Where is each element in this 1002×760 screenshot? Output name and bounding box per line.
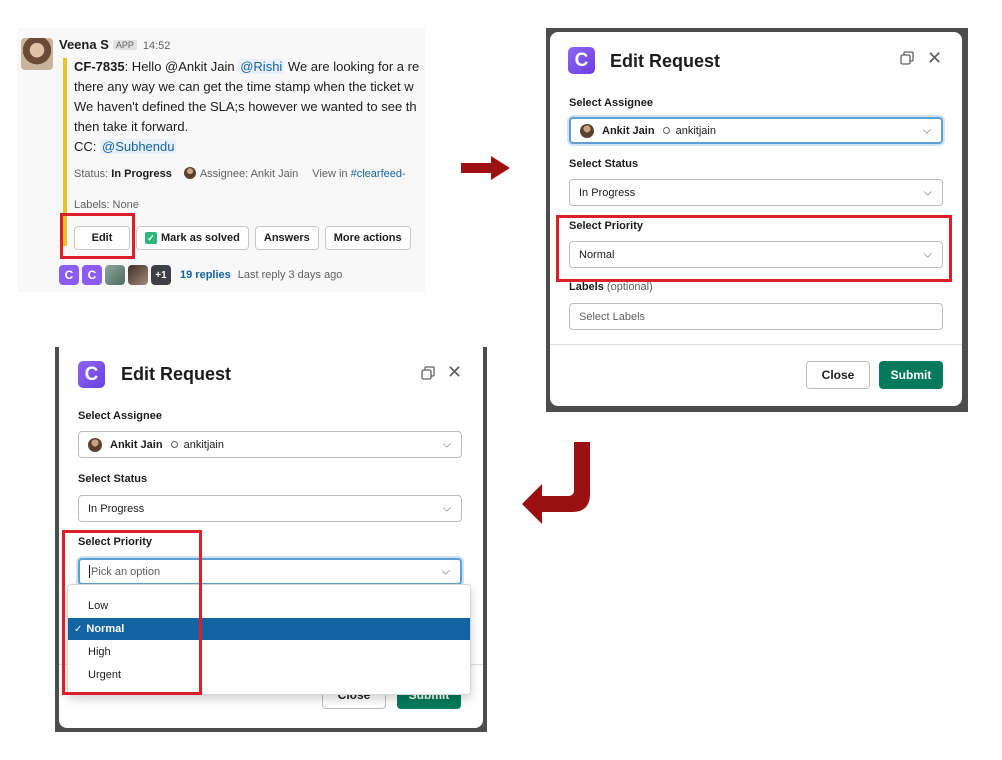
status-label: Select Status bbox=[569, 158, 639, 170]
assignee-select[interactable]: Ankit Jain ankitjain ⌵ bbox=[569, 117, 943, 144]
message-text: We are looking for a re bbox=[284, 59, 420, 74]
assignee-name: Ankit Jain bbox=[110, 438, 163, 451]
ticket-meta: Status: In Progress Assignee: Ankit Jain V… bbox=[74, 167, 406, 180]
chevron-down-icon: ⌵ bbox=[923, 186, 932, 198]
assignee-label: Select Assignee bbox=[569, 97, 653, 109]
participant-avatar: C bbox=[82, 265, 102, 285]
modal-title: Edit Request bbox=[610, 51, 721, 71]
answers-button[interactable]: Answers bbox=[254, 226, 319, 250]
participant-avatar: C bbox=[59, 265, 79, 285]
message-line: there any way we can get the time stamp … bbox=[74, 79, 414, 94]
chevron-down-icon: ⌵ bbox=[442, 438, 451, 450]
participant-avatar bbox=[128, 265, 148, 285]
status-value: In Progress bbox=[111, 168, 172, 180]
assignee-avatar bbox=[88, 437, 102, 452]
replies-link[interactable]: 19 replies bbox=[180, 269, 231, 281]
message-line: We haven't defined the SLA;s however we … bbox=[74, 99, 417, 114]
cc-label: CC: bbox=[74, 139, 100, 154]
chevron-down-icon: ⌵ bbox=[442, 502, 451, 514]
channel-link[interactable]: #clearfeed- bbox=[351, 168, 406, 180]
assignee-text: Assignee: Ankit Jain bbox=[199, 168, 299, 180]
popout-icon[interactable] bbox=[421, 366, 435, 385]
status-value: In Progress bbox=[579, 186, 636, 199]
message-line: then take it forward. bbox=[74, 119, 189, 134]
labels-placeholder: Select Labels bbox=[579, 310, 646, 323]
assignee-avatar bbox=[580, 123, 594, 138]
status-select[interactable]: In Progress ⌵ bbox=[78, 495, 462, 522]
presence-icon bbox=[662, 127, 670, 134]
close-icon[interactable]: ✕ bbox=[447, 362, 462, 383]
labels-line: Labels: None bbox=[74, 199, 139, 211]
more-actions-button[interactable]: More actions bbox=[324, 226, 411, 250]
assignee-avatar bbox=[183, 167, 196, 179]
arrow-turn-left-icon bbox=[522, 442, 590, 524]
message-time[interactable]: 14:52 bbox=[143, 40, 171, 52]
sender-avatar[interactable] bbox=[21, 38, 53, 70]
assignee-handle: ankitjain bbox=[675, 124, 716, 137]
mention-subhendu[interactable]: @Subhendu bbox=[100, 139, 177, 154]
labels-label: Labels (optional) bbox=[569, 281, 653, 293]
labels-label-text: Labels bbox=[569, 281, 604, 293]
thread-replies[interactable]: C C +1 19 replies Last reply 3 days ago bbox=[59, 265, 342, 285]
submit-button[interactable]: Submit bbox=[879, 361, 943, 389]
optional-text: (optional) bbox=[603, 281, 653, 293]
assignee-name: Ankit Jain bbox=[602, 124, 655, 137]
mark-solved-label: Mark as solved bbox=[161, 232, 240, 244]
app-logo: C bbox=[568, 47, 595, 74]
mention-rishi[interactable]: @Rishi bbox=[238, 59, 285, 74]
more-participants: +1 bbox=[151, 265, 171, 285]
app-badge: APP bbox=[112, 40, 137, 50]
chevron-down-icon: ⌵ bbox=[441, 565, 450, 577]
status-label: Status: bbox=[74, 168, 112, 180]
footer-divider bbox=[550, 344, 962, 345]
assignee-handle: ankitjain bbox=[183, 438, 224, 451]
status-value: In Progress bbox=[88, 502, 145, 515]
assignee-select[interactable]: Ankit Jain ankitjain ⌵ bbox=[78, 431, 462, 458]
close-button[interactable]: Close bbox=[806, 361, 870, 389]
highlight-edit bbox=[60, 213, 135, 259]
message-header: Veena S APP 14:52 bbox=[59, 37, 170, 52]
highlight-priority bbox=[556, 215, 952, 282]
presence-icon bbox=[170, 441, 178, 448]
highlight-priority-options bbox=[62, 530, 202, 695]
checkmark-icon: ✓ bbox=[145, 232, 157, 244]
assignee-label: Select Assignee bbox=[78, 410, 162, 422]
mark-solved-button[interactable]: ✓ Mark as solved bbox=[136, 226, 249, 250]
view-in-label: View in bbox=[312, 168, 351, 180]
last-reply-text: Last reply 3 days ago bbox=[237, 269, 343, 281]
participant-avatar bbox=[105, 265, 125, 285]
status-label: Select Status bbox=[78, 473, 148, 485]
message-body: CF-7835: Hello @Ankit Jain @Rishi We are… bbox=[74, 57, 425, 157]
app-logo: C bbox=[78, 361, 105, 388]
status-select[interactable]: In Progress ⌵ bbox=[569, 179, 943, 206]
popout-icon[interactable] bbox=[900, 51, 914, 70]
sender-name[interactable]: Veena S bbox=[59, 37, 109, 52]
ticket-id: CF-7835 bbox=[74, 59, 125, 74]
arrow-right-icon bbox=[461, 156, 510, 180]
message-text: : Hello @Ankit Jain bbox=[124, 59, 239, 74]
chevron-down-icon: ⌵ bbox=[922, 124, 931, 136]
close-icon[interactable]: ✕ bbox=[927, 48, 942, 69]
labels-select[interactable]: Select Labels bbox=[569, 303, 943, 330]
modal-title: Edit Request bbox=[121, 364, 232, 384]
